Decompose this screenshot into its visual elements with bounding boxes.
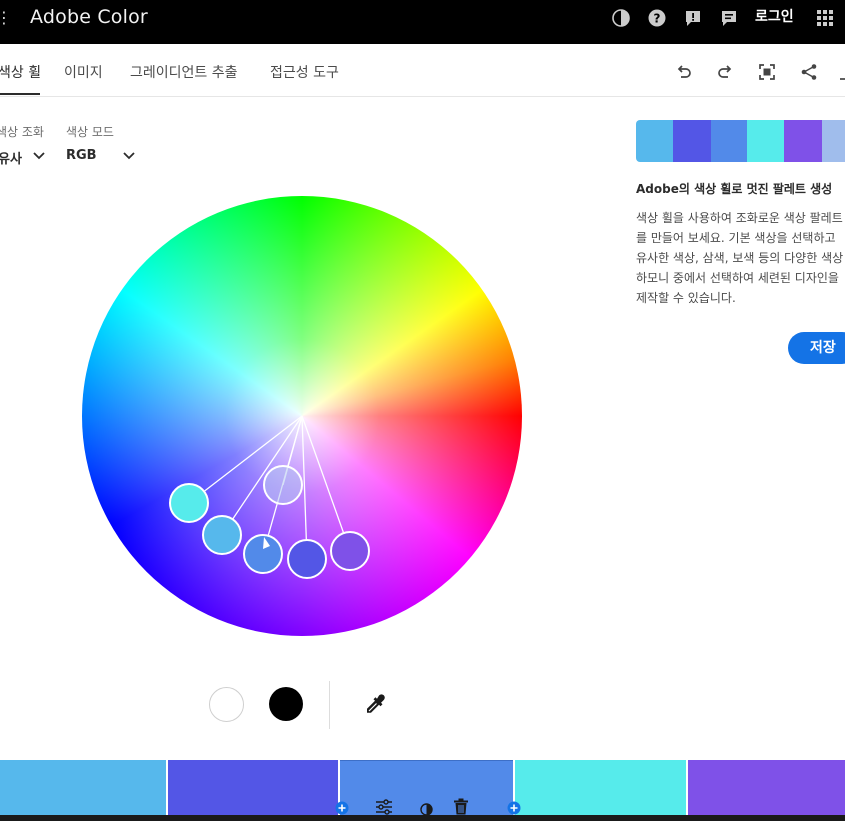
color-handle[interactable] [330, 531, 370, 571]
color-handle[interactable] [263, 465, 303, 505]
color-handle[interactable] [202, 515, 242, 555]
sliders-icon[interactable] [375, 799, 393, 819]
trash-icon[interactable] [453, 798, 469, 819]
chevron-down-icon[interactable] [122, 148, 136, 167]
palette-preview-swatch [636, 120, 673, 162]
tab-extract-gradient[interactable]: 그레이디언트 추출 [130, 62, 238, 82]
panel-description: 색상 휠을 사용하여 조화로운 색상 팔레트 를 만들어 보세요. 기본 색상을… [636, 208, 845, 308]
tab-accessibility-tools[interactable]: 접근성 도구 [270, 62, 339, 82]
harmony-label: 색상 조화 [0, 125, 44, 139]
contrast-icon[interactable] [611, 8, 631, 28]
base-color-handle[interactable] [243, 534, 283, 574]
divider [329, 681, 330, 729]
active-tab-indicator [0, 93, 40, 95]
panel-description-line: 를 만들어 보세요. 기본 색상을 선택하고 [636, 231, 836, 245]
feedback-icon[interactable] [683, 8, 703, 28]
apps-grid-icon[interactable] [815, 8, 835, 28]
eyedropper-icon[interactable] [363, 693, 387, 721]
palette-preview-swatch [711, 120, 747, 162]
fullscreen-icon[interactable] [757, 62, 777, 82]
top-bar: ⋮ Adobe Color ? 로그인 [0, 0, 845, 44]
help-icon[interactable]: ? [647, 8, 667, 28]
save-button[interactable]: 저장 [788, 332, 845, 364]
undo-icon[interactable] [674, 62, 694, 82]
palette-preview-swatch [747, 120, 784, 162]
wheel-handles [169, 415, 370, 579]
bottom-swatch[interactable] [168, 760, 338, 815]
color-mode-label: 색상 모드 [66, 125, 114, 139]
white-swatch-button[interactable] [209, 687, 244, 722]
contrast-icon[interactable] [420, 801, 433, 820]
palette-preview-swatch [673, 120, 711, 162]
download-icon[interactable] [836, 62, 845, 82]
plus-icon[interactable] [335, 800, 349, 819]
panel-description-line: 색상 휠을 사용하여 조화로운 색상 팔레트 [636, 211, 843, 225]
color-mode-select[interactable]: RGB [66, 148, 97, 163]
panel-description-line: 제작할 수 있습니다. [636, 291, 736, 305]
color-handle[interactable] [169, 483, 209, 523]
panel-description-line: 하모니 중에서 선택하여 세련된 디자인을 [636, 271, 839, 285]
tab-color-wheel[interactable]: 색상 휠 [0, 62, 41, 82]
palette-preview-swatch [822, 120, 845, 162]
bottom-swatch[interactable] [0, 760, 166, 815]
plus-icon[interactable] [507, 800, 521, 819]
panel-title: Adobe의 색상 휠로 멋진 팔레트 생성 [636, 182, 833, 196]
color-handle[interactable] [287, 539, 327, 579]
share-icon[interactable] [799, 62, 819, 82]
panel-description-line: 유사한 색상, 삼색, 보색 등의 다양한 색상 [636, 251, 844, 265]
login-link[interactable]: 로그인 [755, 6, 794, 26]
nav-bar: 색상 휠 이미지 그레이디언트 추출 접근성 도구 [0, 44, 845, 97]
tab-image[interactable]: 이미지 [64, 62, 103, 82]
redo-icon[interactable] [715, 62, 735, 82]
black-swatch-button[interactable] [269, 687, 303, 721]
menu-icon[interactable]: ⋮ [0, 8, 12, 27]
bottom-swatch[interactable] [515, 760, 686, 815]
palette-preview [636, 120, 845, 162]
bottom-swatch[interactable] [688, 760, 845, 815]
chat-icon[interactable] [719, 8, 739, 28]
svg-text:?: ? [654, 12, 661, 26]
app-title: Adobe Color [30, 6, 148, 28]
harmony-select[interactable]: 유사 [0, 148, 22, 167]
palette-preview-swatch [784, 120, 822, 162]
chevron-down-icon[interactable] [32, 148, 46, 167]
